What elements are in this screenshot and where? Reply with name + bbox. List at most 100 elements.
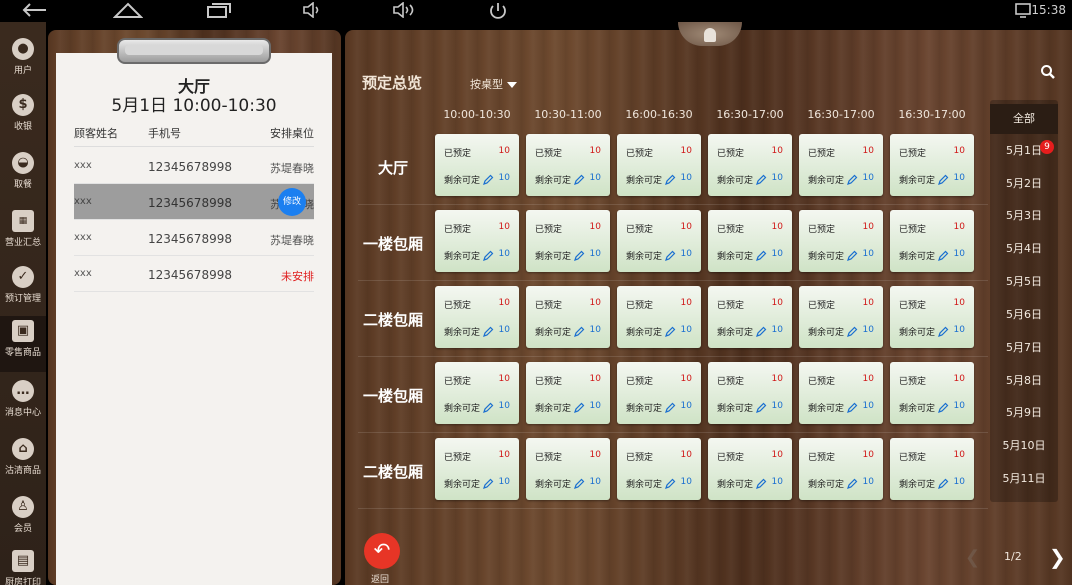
date-item[interactable]: 5月5日 (990, 267, 1058, 297)
edit-pencil-icon[interactable] (573, 399, 585, 413)
nav-item-cashier[interactable]: $ 收银 (0, 90, 46, 146)
nav-item-messages[interactable]: … 消息中心 (0, 376, 46, 432)
edit-pencil-icon[interactable] (482, 171, 494, 185)
nav-item-soldout[interactable]: ⌂ 沽清商品 (0, 434, 46, 490)
edit-pencil-icon[interactable] (482, 247, 494, 261)
edit-pencil-icon[interactable] (846, 171, 858, 185)
edit-pencil-icon[interactable] (937, 247, 949, 261)
back-button[interactable]: ↶ (364, 533, 400, 569)
slot-card[interactable]: 已预定 10 剩余可定 10 (435, 438, 519, 500)
edit-pencil-icon[interactable] (482, 323, 494, 337)
edit-pencil-icon[interactable] (573, 247, 585, 261)
chevron-left-icon[interactable]: ❮ (965, 547, 980, 568)
edit-pencil-icon[interactable] (664, 323, 676, 337)
page-indicator: 1/2 (1004, 550, 1022, 563)
slot-card[interactable]: 已预定 10 剩余可定 10 (526, 134, 610, 196)
nav-item-reservation[interactable]: ✓ 预订管理 (0, 262, 46, 318)
slot-card[interactable]: 已预定 10 剩余可定 10 (617, 438, 701, 500)
slot-card[interactable]: 已预定 10 剩余可定 10 (526, 438, 610, 500)
slot-card[interactable]: 已预定 10 剩余可定 10 (617, 134, 701, 196)
date-item[interactable]: 5月9日 (990, 398, 1058, 428)
slot-card[interactable]: 已预定 10 剩余可定 10 (890, 362, 974, 424)
nav-item-member[interactable]: ♙ 会员 (0, 492, 46, 548)
date-all-tab[interactable]: 全部 (990, 104, 1058, 134)
slot-card[interactable]: 已预定 10 剩余可定 10 (708, 286, 792, 348)
slot-card[interactable]: 已预定 10 剩余可定 10 (799, 362, 883, 424)
edit-pencil-icon[interactable] (755, 475, 767, 489)
slot-card[interactable]: 已预定 10 剩余可定 10 (435, 362, 519, 424)
edit-pencil-icon[interactable] (937, 323, 949, 337)
edit-pencil-icon[interactable] (846, 247, 858, 261)
edit-pencil-icon[interactable] (482, 399, 494, 413)
slot-card[interactable]: 已预定 10 剩余可定 10 (890, 438, 974, 500)
table-type-dropdown[interactable]: 按桌型 (470, 76, 517, 92)
nav-item-pickup[interactable]: ◒ 取餐 (0, 148, 46, 204)
slot-card[interactable]: 已预定 10 剩余可定 10 (799, 286, 883, 348)
slot-card[interactable]: 已预定 10 剩余可定 10 (890, 286, 974, 348)
slot-card[interactable]: 已预定 10 剩余可定 10 (617, 286, 701, 348)
date-item[interactable]: 5月6日 (990, 300, 1058, 330)
edit-pencil-icon[interactable] (755, 323, 767, 337)
nav-item-kitchen-print[interactable]: ▤ 厨房打印 (0, 546, 46, 585)
slot-card[interactable]: 已预定 10 剩余可定 10 (617, 362, 701, 424)
slot-card[interactable]: 已预定 10 剩余可定 10 (526, 210, 610, 272)
slot-card[interactable]: 已预定 10 剩余可定 10 (435, 286, 519, 348)
power-icon[interactable] (487, 2, 509, 24)
edit-button[interactable]: 修改 (278, 188, 306, 216)
slot-card[interactable]: 已预定 10 剩余可定 10 (708, 134, 792, 196)
slot-card[interactable]: 已预定 10 剩余可定 10 (435, 134, 519, 196)
edit-pencil-icon[interactable] (846, 323, 858, 337)
slot-card[interactable]: 已预定 10 剩余可定 10 (799, 438, 883, 500)
table-row[interactable]: xxx 12345678998 苏堤春晓 (74, 148, 314, 184)
date-item[interactable]: 5月7日 (990, 333, 1058, 363)
edit-pencil-icon[interactable] (755, 247, 767, 261)
edit-pencil-icon[interactable] (937, 475, 949, 489)
date-item[interactable]: 5月11日 (990, 464, 1058, 494)
slot-card[interactable]: 已预定 10 剩余可定 10 (799, 210, 883, 272)
edit-pencil-icon[interactable] (755, 171, 767, 185)
date-item[interactable]: 5月3日 (990, 201, 1058, 231)
nav-item-user[interactable]: ● 用户 (0, 34, 46, 90)
edit-pencil-icon[interactable] (664, 171, 676, 185)
slot-card[interactable]: 已预定 10 剩余可定 10 (708, 362, 792, 424)
table-row[interactable]: xxx 12345678998 苏堤春晓 (74, 220, 314, 256)
slot-card[interactable]: 已预定 10 剩余可定 10 (799, 134, 883, 196)
edit-pencil-icon[interactable] (664, 475, 676, 489)
edit-pencil-icon[interactable] (664, 399, 676, 413)
edit-pencil-icon[interactable] (482, 475, 494, 489)
slot-card[interactable]: 已预定 10 剩余可定 10 (526, 362, 610, 424)
date-item[interactable]: 5月8日 (990, 366, 1058, 396)
edit-pencil-icon[interactable] (755, 399, 767, 413)
date-item[interactable]: 5月2日 (990, 169, 1058, 199)
search-icon[interactable] (1040, 64, 1056, 80)
recent-apps-icon[interactable] (206, 2, 232, 22)
home-icon[interactable] (112, 2, 144, 22)
edit-pencil-icon[interactable] (937, 399, 949, 413)
summary-icon: ▦ (12, 210, 34, 232)
slot-card[interactable]: 已预定 10 剩余可定 10 (708, 438, 792, 500)
edit-pencil-icon[interactable] (573, 475, 585, 489)
booked-label: 已预定 (717, 377, 745, 387)
volume-up-icon[interactable] (392, 1, 420, 22)
date-item[interactable]: 5月4日 (990, 234, 1058, 264)
edit-pencil-icon[interactable] (664, 247, 676, 261)
nav-item-retail[interactable]: ▣ 零售商品 (0, 316, 46, 372)
date-item[interactable]: 5月10日 (990, 431, 1058, 461)
edit-pencil-icon[interactable] (937, 171, 949, 185)
volume-down-icon[interactable] (302, 1, 324, 22)
nav-item-summary[interactable]: ▦ 营业汇总 (0, 206, 46, 262)
slot-card[interactable]: 已预定 10 剩余可定 10 (617, 210, 701, 272)
edit-pencil-icon[interactable] (573, 171, 585, 185)
edit-pencil-icon[interactable] (846, 475, 858, 489)
slot-card[interactable]: 已预定 10 剩余可定 10 (435, 210, 519, 272)
table-row-selected[interactable]: xxx 12345678998 苏堤春晓 修改 (74, 184, 314, 220)
back-icon[interactable] (22, 2, 48, 22)
slot-card[interactable]: 已预定 10 剩余可定 10 (708, 210, 792, 272)
edit-pencil-icon[interactable] (573, 323, 585, 337)
slot-card[interactable]: 已预定 10 剩余可定 10 (890, 210, 974, 272)
slot-card[interactable]: 已预定 10 剩余可定 10 (526, 286, 610, 348)
chevron-right-icon[interactable]: ❯ (1049, 545, 1066, 569)
slot-card[interactable]: 已预定 10 剩余可定 10 (890, 134, 974, 196)
edit-pencil-icon[interactable] (846, 399, 858, 413)
table-row[interactable]: xxx 12345678998 未安排 (74, 256, 314, 292)
